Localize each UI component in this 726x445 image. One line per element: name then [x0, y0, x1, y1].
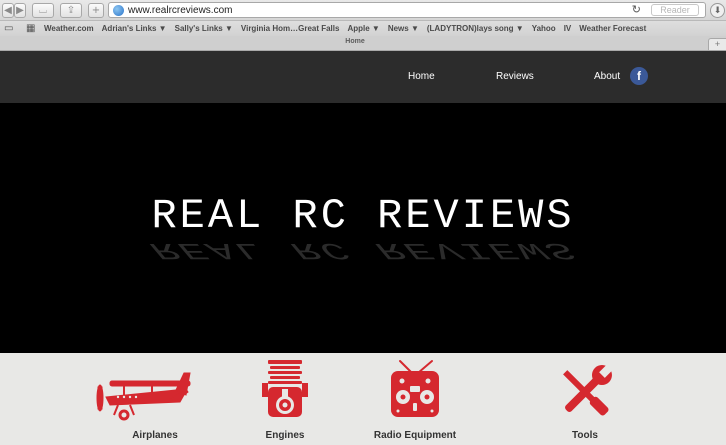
- category-airplanes[interactable]: Airplanes: [80, 353, 230, 445]
- reading-list-icon[interactable]: ▭: [4, 22, 13, 35]
- facebook-icon[interactable]: f: [630, 67, 648, 85]
- bookmark-item[interactable]: Sally's Links ▼: [175, 22, 233, 35]
- radio-transmitter-icon: [391, 360, 439, 417]
- bookmark-item[interactable]: News ▼: [388, 22, 419, 35]
- category-label: Radio Equipment: [373, 430, 457, 441]
- tools-icon: [563, 363, 614, 416]
- nav-home-link[interactable]: Home: [408, 71, 435, 83]
- category-label: Airplanes: [132, 430, 178, 441]
- category-label: Engines: [265, 430, 305, 441]
- add-button[interactable]: +: [88, 3, 104, 18]
- address-bar[interactable]: www.realrcreviews.com ↻ Reader: [108, 2, 706, 18]
- tab-home[interactable]: Home: [0, 38, 710, 45]
- category-tools[interactable]: Tools: [510, 353, 660, 445]
- globe-icon: [113, 5, 124, 16]
- forward-button[interactable]: ▶: [14, 3, 26, 18]
- plus-icon: +: [91, 5, 101, 16]
- hero-title-reflection: REAL RC REVIEWS: [140, 236, 586, 264]
- bookmark-item[interactable]: Weather.com: [44, 22, 94, 35]
- hero-title: REAL RC REVIEWS: [151, 192, 575, 240]
- top-sites-icon[interactable]: ▦: [26, 22, 35, 35]
- back-button[interactable]: ◀: [2, 3, 14, 18]
- category-radio-equipment[interactable]: Radio Equipment: [340, 353, 490, 445]
- tab-bar: Home +: [0, 36, 726, 51]
- bookmark-item[interactable]: Weather Forecast: [579, 22, 646, 35]
- site-header: Home Reviews About f: [0, 51, 726, 103]
- nav-reviews-link[interactable]: Reviews: [496, 71, 534, 83]
- share-button[interactable]: ⇪: [60, 3, 82, 18]
- engine-icon: [262, 360, 308, 417]
- bookmark-item[interactable]: Virginia Hom…Great Falls: [241, 22, 340, 35]
- bookmark-item[interactable]: Apple ▼: [347, 22, 379, 35]
- reader-button[interactable]: Reader: [651, 4, 699, 16]
- category-engines[interactable]: Engines: [210, 353, 360, 445]
- new-tab-button[interactable]: +: [708, 38, 726, 51]
- bookmark-item[interactable]: (LADYTRON)lays song ▼: [427, 22, 524, 35]
- category-label: Tools: [572, 430, 598, 441]
- airplane-icon: [96, 372, 191, 421]
- book-icon: ⌴: [39, 5, 47, 16]
- hero-banner: REAL RC REVIEWS REAL RC REVIEWS: [0, 103, 726, 353]
- bookmark-item[interactable]: Yahoo: [532, 22, 556, 35]
- bookmark-list: Weather.com Adrian's Links ▼ Sally's Lin…: [44, 22, 654, 35]
- url-text: www.realrcreviews.com: [128, 5, 233, 16]
- reload-icon[interactable]: ↻: [632, 3, 641, 17]
- category-strip: Airplanes Engines Radio Equipment Tools: [0, 353, 726, 445]
- browser-toolbar: ◀ ▶ ⌴ ⇪ + www.realrcreviews.com ↻ Reader…: [0, 0, 726, 21]
- bookmarks-bar: ▭ ▦ Weather.com Adrian's Links ▼ Sally's…: [0, 21, 726, 36]
- nav-about-link[interactable]: About: [594, 71, 620, 83]
- download-icon[interactable]: ⬇: [710, 3, 725, 18]
- bookmark-item[interactable]: IV: [564, 22, 572, 35]
- bookmark-item[interactable]: Adrian's Links ▼: [102, 22, 167, 35]
- share-icon: ⇪: [66, 5, 76, 16]
- bookmarks-button[interactable]: ⌴: [32, 3, 54, 18]
